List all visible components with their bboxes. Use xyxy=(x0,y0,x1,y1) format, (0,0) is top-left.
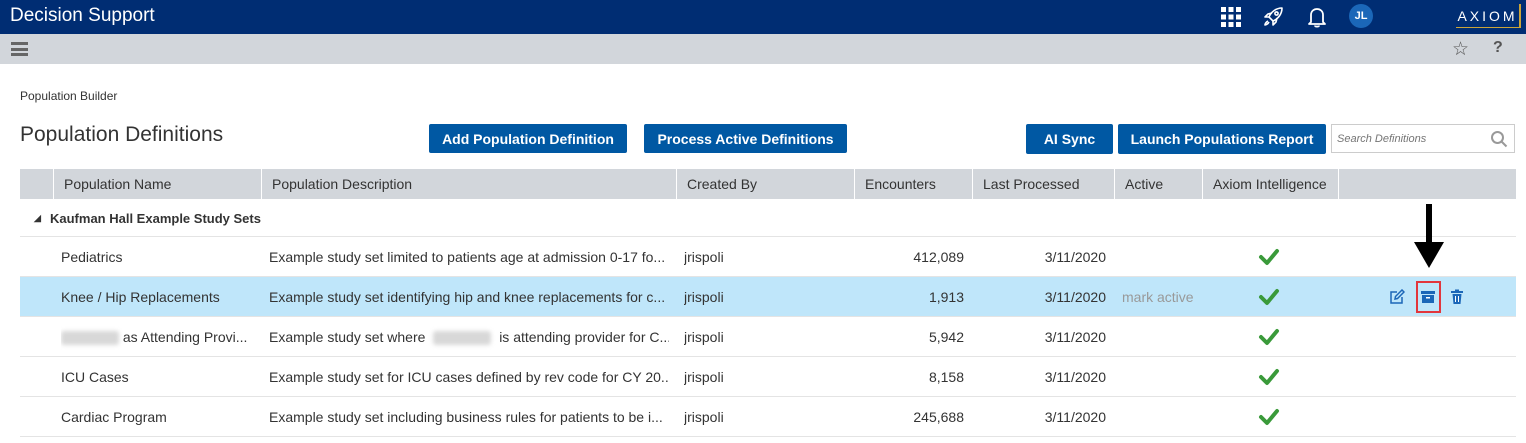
table-header: Population Name Population Description C… xyxy=(20,169,1516,199)
table-row[interactable]: Pediatrics Example study set limited to … xyxy=(20,237,1516,277)
population-name[interactable]: Knee / Hip Replacements xyxy=(61,277,256,317)
group-label: Kaufman Hall Example Study Sets xyxy=(50,211,261,226)
search-definitions-input[interactable] xyxy=(1332,125,1482,152)
hamburger-menu-icon[interactable] xyxy=(11,42,28,56)
table-row[interactable]: Cardiac Program Example study set includ… xyxy=(20,397,1516,437)
population-name[interactable]: Pediatrics xyxy=(61,237,256,277)
last-processed: 3/11/2020 xyxy=(1044,289,1106,305)
page-title: Population Definitions xyxy=(20,123,224,146)
column-header-active[interactable]: Active xyxy=(1114,169,1202,199)
trash-icon[interactable] xyxy=(1449,289,1465,305)
redacted-text xyxy=(433,331,492,346)
archive-highlight-box xyxy=(1416,281,1441,313)
last-processed: 3/11/2020 xyxy=(1044,369,1106,385)
created-by: jrispoli xyxy=(684,409,724,425)
checkmark-icon xyxy=(1259,289,1279,305)
group-row[interactable]: ◢ Kaufman Hall Example Study Sets xyxy=(20,199,1516,237)
redacted-text xyxy=(61,331,119,346)
edit-icon[interactable] xyxy=(1389,289,1405,305)
process-active-definitions-button[interactable]: Process Active Definitions xyxy=(644,124,847,153)
encounters: 5,942 xyxy=(928,329,964,345)
column-header-created-by[interactable]: Created By xyxy=(676,169,854,199)
secondary-toolbar: ☆ ? xyxy=(0,34,1526,64)
app-title: Decision Support xyxy=(10,5,155,26)
created-by: jrispoli xyxy=(684,249,724,265)
rocket-icon[interactable] xyxy=(1260,4,1286,30)
encounters: 8,158 xyxy=(928,369,964,385)
add-population-definition-button[interactable]: Add Population Definition xyxy=(429,124,627,153)
population-definitions-table: Population Name Population Description C… xyxy=(20,169,1516,437)
encounters: 1,913 xyxy=(928,289,964,305)
column-header-last-processed[interactable]: Last Processed xyxy=(972,169,1114,199)
user-avatar[interactable]: JL xyxy=(1349,4,1373,28)
population-name-text: as Attending Provi... xyxy=(122,329,248,345)
mark-active-link[interactable]: mark active xyxy=(1122,277,1212,317)
search-icon[interactable] xyxy=(1490,130,1508,148)
population-description: Example study set identifying hip and kn… xyxy=(269,289,666,305)
active-status[interactable] xyxy=(1122,397,1212,437)
population-description: Example study set where is attending pro… xyxy=(269,317,669,357)
population-name[interactable]: as Attending Provi... xyxy=(61,317,256,357)
encounters: 412,089 xyxy=(913,249,964,265)
star-icon[interactable]: ☆ xyxy=(1452,38,1469,61)
top-navigation-bar: Decision Support JL AXIOM xyxy=(0,0,1526,34)
search-definitions-box xyxy=(1331,124,1515,153)
last-processed: 3/11/2020 xyxy=(1044,249,1106,265)
description-suffix: is attending provider for C... xyxy=(499,329,669,345)
collapse-triangle-icon[interactable]: ◢ xyxy=(34,213,41,224)
last-processed: 3/11/2020 xyxy=(1044,409,1106,425)
help-icon[interactable]: ? xyxy=(1493,39,1503,57)
table-row[interactable]: ICU Cases Example study set for ICU case… xyxy=(20,357,1516,397)
column-header-actions xyxy=(1338,169,1516,199)
header-spacer xyxy=(20,169,53,199)
column-header-encounters[interactable]: Encounters xyxy=(854,169,972,199)
launch-populations-report-button[interactable]: Launch Populations Report xyxy=(1118,124,1326,154)
ai-sync-button[interactable]: AI Sync xyxy=(1026,124,1113,154)
column-header-population-description[interactable]: Population Description xyxy=(261,169,676,199)
population-name[interactable]: Cardiac Program xyxy=(61,397,256,437)
checkmark-icon xyxy=(1259,249,1279,265)
last-processed: 3/11/2020 xyxy=(1044,329,1106,345)
population-name[interactable]: ICU Cases xyxy=(61,357,256,397)
bell-icon[interactable] xyxy=(1304,4,1330,30)
axiom-logo: AXIOM xyxy=(1456,4,1521,28)
created-by: jrispoli xyxy=(684,289,724,305)
apps-grid-icon[interactable] xyxy=(1218,4,1244,30)
breadcrumb[interactable]: Population Builder xyxy=(20,89,117,103)
population-description: Example study set limited to patients ag… xyxy=(269,249,666,265)
population-description: Example study set including business rul… xyxy=(269,409,663,425)
checkmark-icon xyxy=(1259,329,1279,345)
column-header-axiom-intelligence[interactable]: Axiom Intelligence xyxy=(1202,169,1338,199)
annotation-arrow-icon xyxy=(1414,204,1444,268)
active-status[interactable] xyxy=(1122,317,1212,357)
created-by: jrispoli xyxy=(684,369,724,385)
table-row-selected[interactable]: Knee / Hip Replacements Example study se… xyxy=(20,277,1516,317)
description-prefix: Example study set where xyxy=(269,329,426,345)
checkmark-icon xyxy=(1259,369,1279,385)
created-by: jrispoli xyxy=(684,329,724,345)
column-header-population-name[interactable]: Population Name xyxy=(53,169,261,199)
encounters: 245,688 xyxy=(913,409,964,425)
active-status[interactable] xyxy=(1122,357,1212,397)
active-status[interactable] xyxy=(1122,237,1212,277)
population-description: Example study set for ICU cases defined … xyxy=(269,369,669,385)
table-row[interactable]: as Attending Provi... Example study set … xyxy=(20,317,1516,357)
checkmark-icon xyxy=(1259,409,1279,425)
